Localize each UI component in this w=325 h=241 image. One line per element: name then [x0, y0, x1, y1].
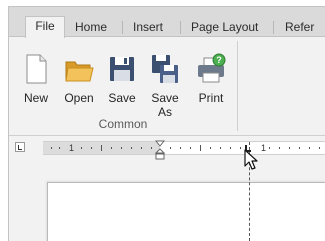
save-button[interactable]: Save [107, 45, 137, 113]
new-document-icon [26, 54, 47, 84]
save-as-button-label: Save As [151, 91, 179, 119]
ruler-number-right: 1 [261, 143, 267, 153]
svg-text:?: ? [216, 55, 222, 65]
tab-home[interactable]: Home [75, 19, 107, 36]
ribbon-group-separator [237, 41, 238, 131]
tab-references[interactable]: Refer [285, 19, 314, 36]
print-button[interactable]: ? Print [195, 45, 227, 113]
open-button[interactable]: Open [63, 45, 95, 113]
save-as-button[interactable]: Save As [149, 45, 181, 123]
tab-page-layout[interactable]: Page Layout [191, 19, 258, 36]
new-button[interactable]: New [21, 45, 51, 113]
tab-file[interactable]: File [25, 16, 65, 38]
ruler-ticks [51, 145, 320, 151]
ruler-number-left: 1 [69, 143, 75, 153]
save-as-icon [152, 55, 178, 83]
print-icon: ? [198, 53, 226, 83]
print-button-label: Print [198, 91, 224, 105]
horizontal-ruler[interactable]: 1 1 [43, 140, 325, 160]
tab-separator [180, 21, 181, 34]
ruler-area: 1 1 [9, 136, 325, 160]
tab-insert[interactable]: Insert [133, 19, 163, 36]
open-folder-icon [65, 61, 94, 82]
tab-separator [122, 21, 123, 34]
document-area[interactable] [9, 160, 325, 241]
save-disk-icon [110, 57, 134, 81]
tab-stop-selector[interactable] [15, 142, 25, 152]
first-line-indent-marker[interactable] [155, 140, 165, 160]
document-page[interactable] [47, 182, 325, 241]
mouse-pointer-icon [244, 149, 258, 170]
application-window: File Home Insert Page Layout Refer New O… [8, 6, 325, 241]
ribbon-tabstrip: File Home Insert Page Layout Refer [9, 7, 325, 38]
ribbon-panel: New Open Save Save As ? Print Common [9, 37, 325, 136]
ribbon-group-label: Common [98, 117, 148, 131]
tab-separator [273, 21, 274, 34]
